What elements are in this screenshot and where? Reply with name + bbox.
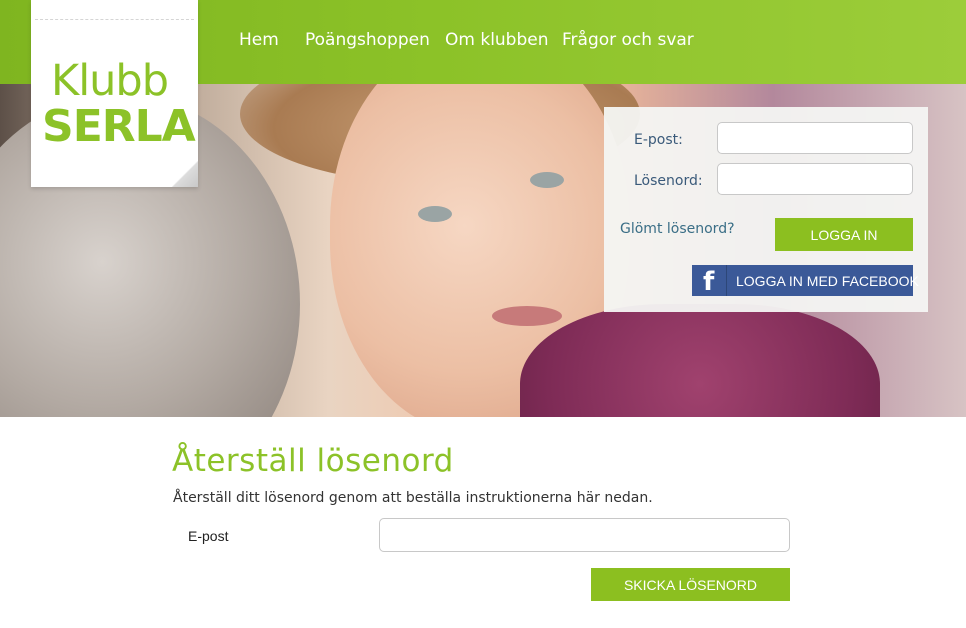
facebook-login-button[interactable]: f LOGGA IN MED FACEBOOK [692,265,919,297]
hero-lips [492,306,562,326]
reset-email-input[interactable] [379,518,790,552]
nav-item-om-klubben[interactable]: Om klubben [445,30,549,50]
forgot-password-link[interactable]: Glömt lösenord? [620,221,735,237]
page-description: Återställ ditt lösenord genom att bestäl… [173,490,653,506]
logo-text-klubb: Klubb [51,56,169,106]
hero-sweater-shape [520,304,880,417]
facebook-f-icon: f [692,265,727,297]
login-email-input[interactable] [717,122,913,154]
page-title: Återställ lösenord [172,443,454,479]
facebook-login-label: LOGGA IN MED FACEBOOK [736,273,919,289]
login-email-label: E-post: [634,132,683,148]
login-button[interactable]: LOGGA IN [775,218,913,251]
nav-item-fragor-och-svar[interactable]: Frågor och svar [562,30,694,50]
logo-text-serla: SERLA [42,101,196,152]
send-password-button[interactable]: SKICKA LÖSENORD [591,568,790,601]
login-password-input[interactable] [717,163,913,195]
login-password-label: Lösenord: [634,173,703,189]
reset-email-label: E-post [188,528,229,544]
login-panel: E-post: Lösenord: Glömt lösenord? LOGGA … [604,107,928,312]
nav-item-hem[interactable]: Hem [239,30,279,50]
hero-eye-left [418,206,452,222]
nav-item-poangshoppen[interactable]: Poängshoppen [305,30,430,50]
hero-eye-right [530,172,564,188]
site-logo[interactable]: Klubb SERLA [31,0,198,187]
